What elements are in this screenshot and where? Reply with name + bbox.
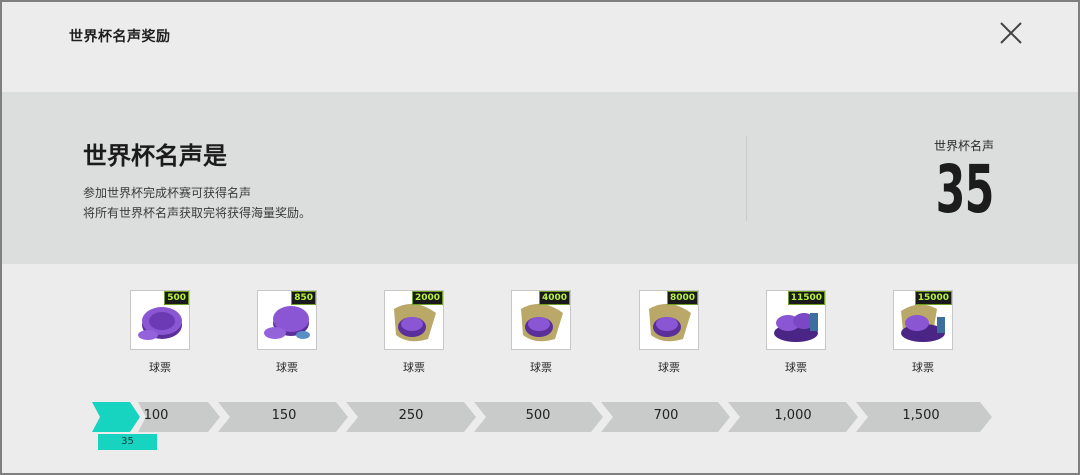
reward-quantity: 850 — [291, 291, 316, 305]
reward-label: 球票 — [785, 361, 807, 374]
ticket-pile-icon — [901, 304, 945, 342]
fame-reward-modal: 世界杯名声奖励 世界杯名声是 参加世界杯完成杯赛可获得名声 将所有世界杯名声获取… — [2, 2, 1078, 473]
reward-quantity: 8000 — [666, 291, 698, 305]
reward-item[interactable]: 500 球票 — [120, 290, 200, 375]
reward-icon-box[interactable]: 8000 — [639, 290, 699, 350]
modal-title: 世界杯名声奖励 — [69, 29, 171, 45]
ticket-coins-icon — [138, 307, 182, 340]
reward-quantity: 2000 — [411, 291, 443, 305]
reward-quantity: 500 — [164, 291, 189, 305]
reward-label: 球票 — [912, 361, 934, 374]
milestone-label: 500 — [525, 408, 551, 423]
reward-label: 球票 — [658, 361, 680, 374]
info-desc-line-2: 将所有世界杯名声获取完将获得海量奖励。 — [83, 206, 312, 220]
current-progress-marker: 35 — [98, 434, 157, 450]
fame-value: 35 — [935, 151, 995, 228]
reward-item[interactable]: 4000 球票 — [501, 290, 581, 375]
ticket-bag-icon — [649, 303, 691, 342]
reward-item[interactable]: 15000 球票 — [883, 290, 963, 375]
milestone-label: 150 — [271, 408, 297, 423]
reward-quantity: 11500 — [787, 291, 825, 305]
reward-icon-box[interactable]: 500 — [130, 290, 190, 350]
info-divider — [746, 136, 747, 221]
info-heading: 世界杯名声是 — [83, 142, 227, 170]
reward-label: 球票 — [276, 361, 298, 374]
reward-item[interactable]: 11500 球票 — [756, 290, 836, 375]
reward-quantity: 4000 — [538, 291, 570, 305]
reward-label: 球票 — [149, 361, 171, 374]
milestone-label: 100 — [143, 408, 169, 423]
reward-label: 球票 — [403, 361, 425, 374]
close-button[interactable] — [996, 18, 1026, 48]
milestone-label: 250 — [398, 408, 424, 423]
ticket-bag-icon — [394, 303, 436, 342]
fame-info-panel: 世界杯名声是 参加世界杯完成杯赛可获得名声 将所有世界杯名声获取完将获得海量奖励… — [2, 92, 1078, 264]
milestone-label: 700 — [653, 408, 679, 423]
reward-label: 球票 — [530, 361, 552, 374]
ticket-bag-icon — [521, 303, 563, 342]
ticket-coins-icon — [264, 306, 310, 339]
reward-icon-box[interactable]: 15000 — [893, 290, 953, 350]
info-description: 参加世界杯完成杯赛可获得名声 将所有世界杯名声获取完将获得海量奖励。 — [83, 183, 311, 223]
close-icon — [1000, 22, 1022, 44]
reward-item[interactable]: 8000 球票 — [629, 290, 709, 375]
reward-item[interactable]: 2000 球票 — [374, 290, 454, 375]
reward-icon-box[interactable]: 850 — [257, 290, 317, 350]
ticket-pile-icon — [774, 313, 818, 342]
milestone-label: 1,500 — [902, 408, 940, 423]
reward-icon-box[interactable]: 11500 — [766, 290, 826, 350]
reward-item[interactable]: 850 球票 — [247, 290, 327, 375]
reward-icon-box[interactable]: 2000 — [384, 290, 444, 350]
reward-icon-box[interactable]: 4000 — [511, 290, 571, 350]
info-desc-line-1: 参加世界杯完成杯赛可获得名声 — [83, 186, 252, 200]
milestone-label: 1,000 — [774, 408, 812, 423]
reward-quantity: 15000 — [914, 291, 952, 305]
